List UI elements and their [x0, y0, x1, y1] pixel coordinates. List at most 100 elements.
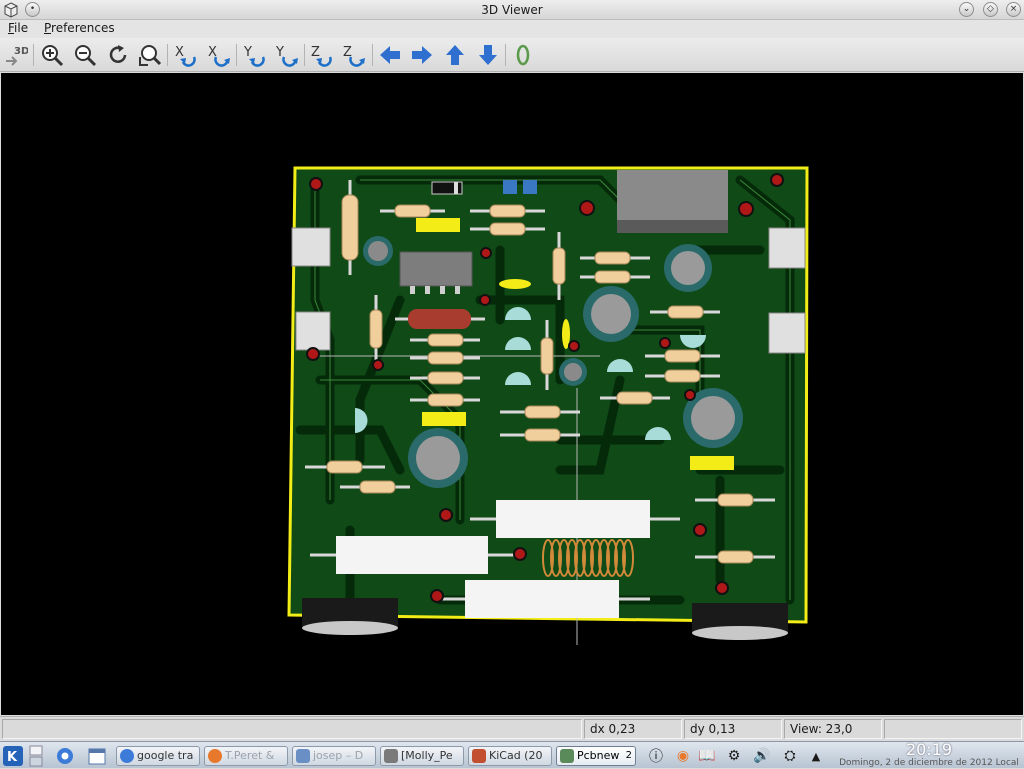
arrow-left-icon	[380, 46, 400, 64]
chrome-launcher-icon[interactable]	[56, 747, 74, 765]
rotate-y-ccw-button[interactable]: Y	[273, 41, 301, 69]
close-button[interactable]: ×	[1006, 2, 1021, 17]
pcbnew-icon	[560, 749, 574, 763]
status-dx: dx 0,23	[584, 719, 682, 739]
zoom-out-icon	[75, 45, 97, 67]
svg-text:K: K	[7, 750, 18, 765]
redraw-button[interactable]	[104, 41, 132, 69]
rotate-y-icon: Y	[243, 45, 265, 67]
task-label: [Molly_Pe	[401, 749, 453, 762]
clock-time: 20:19	[905, 740, 953, 759]
toolbar-separator	[372, 44, 373, 66]
volume-icon[interactable]: 🔊	[752, 746, 772, 766]
task-pcbnew[interactable]: Pcbnew 2	[556, 746, 636, 766]
taskbar: K google tra T.Peret & josep – D [Molly_…	[0, 741, 1024, 768]
svg-text:X: X	[175, 45, 184, 60]
rotate-z-ccw-button[interactable]: Z	[340, 41, 368, 69]
chrome-icon	[120, 749, 134, 763]
toolbar-separator	[167, 44, 168, 66]
toolbar-separator	[304, 44, 305, 66]
blue-trimmer	[523, 180, 537, 194]
rotate-x-ccw-button[interactable]: X	[205, 41, 233, 69]
3d-viewport[interactable]	[1, 73, 1023, 715]
status-extra	[884, 719, 1022, 739]
book-icon[interactable]: 📖	[697, 746, 717, 766]
move-down-button[interactable]	[474, 41, 502, 69]
window-titlebar[interactable]: • 3D Viewer ⌄ ◇ ×	[0, 0, 1024, 20]
rotate-x-back-icon: X	[208, 45, 230, 67]
document-icon	[384, 749, 398, 763]
pcb-3d-render	[287, 166, 809, 645]
ortho-icon	[516, 44, 530, 66]
diode-band	[454, 182, 458, 194]
relay-front	[617, 220, 728, 233]
rotate-z-back-icon: Z	[343, 45, 365, 67]
zoom-fit-button[interactable]	[136, 41, 164, 69]
task-label: T.Peret &	[225, 749, 275, 762]
window-title: 3D Viewer	[481, 3, 543, 17]
toolbar-separator	[33, 44, 34, 66]
arrow-down-icon	[479, 45, 497, 65]
reload-3d-button[interactable]: 3D	[2, 41, 30, 69]
info-icon[interactable]: ⓘ	[646, 746, 666, 766]
firefox-icon	[208, 749, 222, 763]
zoom-in-button[interactable]	[38, 41, 66, 69]
task-label: KiCad (20	[489, 749, 543, 762]
3d-reload-icon: 3D	[6, 46, 28, 66]
redraw-icon	[109, 45, 127, 63]
task-group-count: 2	[625, 750, 632, 761]
relay	[617, 170, 728, 220]
minimize-button[interactable]: ⌄	[959, 2, 974, 17]
menu-preferences[interactable]: Preferences	[44, 21, 115, 35]
zoom-out-button[interactable]	[71, 41, 99, 69]
settings-icon[interactable]: ⚙	[724, 746, 744, 766]
network-icon[interactable]: ⛭	[780, 746, 800, 766]
task-label: google tra	[137, 749, 194, 762]
zoom-fit-icon	[139, 45, 162, 66]
dolphin-icon	[296, 749, 310, 763]
maximize-button[interactable]: ◇	[983, 2, 998, 17]
blue-trimmer	[503, 180, 517, 194]
svg-text:Z: Z	[311, 45, 320, 60]
clock-date: Domingo, 2 de diciembre de 2012 Local	[839, 758, 1019, 768]
svg-text:3D: 3D	[14, 46, 28, 57]
red-resistor	[408, 309, 471, 329]
rotate-z-cw-button[interactable]: Z	[308, 41, 336, 69]
ortho-toggle-button[interactable]	[509, 41, 537, 69]
task-document[interactable]: [Molly_Pe	[380, 746, 464, 766]
arrow-up-icon	[446, 45, 464, 65]
menu-file[interactable]: File	[8, 21, 28, 35]
tray-expand-icon[interactable]: ▲	[806, 746, 826, 766]
svg-text:Y: Y	[243, 45, 252, 60]
rotate-y-back-icon: Y	[275, 45, 298, 67]
arrow-right-icon	[412, 46, 432, 64]
firefox-tray-icon[interactable]: ◉	[673, 746, 693, 766]
rotate-y-cw-button[interactable]: Y	[241, 41, 269, 69]
status-bar: dx 0,23 dy 0,13 View: 23,0	[0, 716, 1024, 740]
pager-icon[interactable]	[29, 745, 43, 767]
task-google-translate[interactable]: google tra	[116, 746, 200, 766]
taskbar-clock[interactable]: 20:19 Domingo, 2 de diciembre de 2012 Lo…	[834, 742, 1024, 769]
menu-bar: File Preferences	[0, 20, 1024, 38]
zoom-in-icon	[42, 45, 64, 67]
move-up-button[interactable]	[441, 41, 469, 69]
toolbar-separator	[505, 44, 506, 66]
task-dolphin[interactable]: josep – D	[292, 746, 376, 766]
ic-chip	[399, 251, 473, 287]
rotate-x-cw-button[interactable]: X	[172, 41, 200, 69]
kicad-icon	[472, 749, 486, 763]
status-dy: dy 0,13	[684, 719, 782, 739]
calendar-launcher-icon[interactable]	[88, 747, 106, 765]
rotate-z-icon: Z	[311, 45, 332, 67]
task-firefox[interactable]: T.Peret &	[204, 746, 288, 766]
task-kicad[interactable]: KiCad (20	[468, 746, 552, 766]
task-label: Pcbnew	[577, 749, 620, 762]
status-message	[2, 719, 582, 739]
move-right-button[interactable]	[408, 41, 436, 69]
task-label: josep – D	[313, 749, 364, 762]
status-view: View: 23,0	[784, 719, 882, 739]
kde-menu-icon[interactable]: K	[3, 746, 23, 766]
move-left-button[interactable]	[376, 41, 404, 69]
toolbar: 3D X X Y Y Z Z	[0, 38, 1024, 72]
rotate-x-icon: X	[175, 45, 196, 67]
